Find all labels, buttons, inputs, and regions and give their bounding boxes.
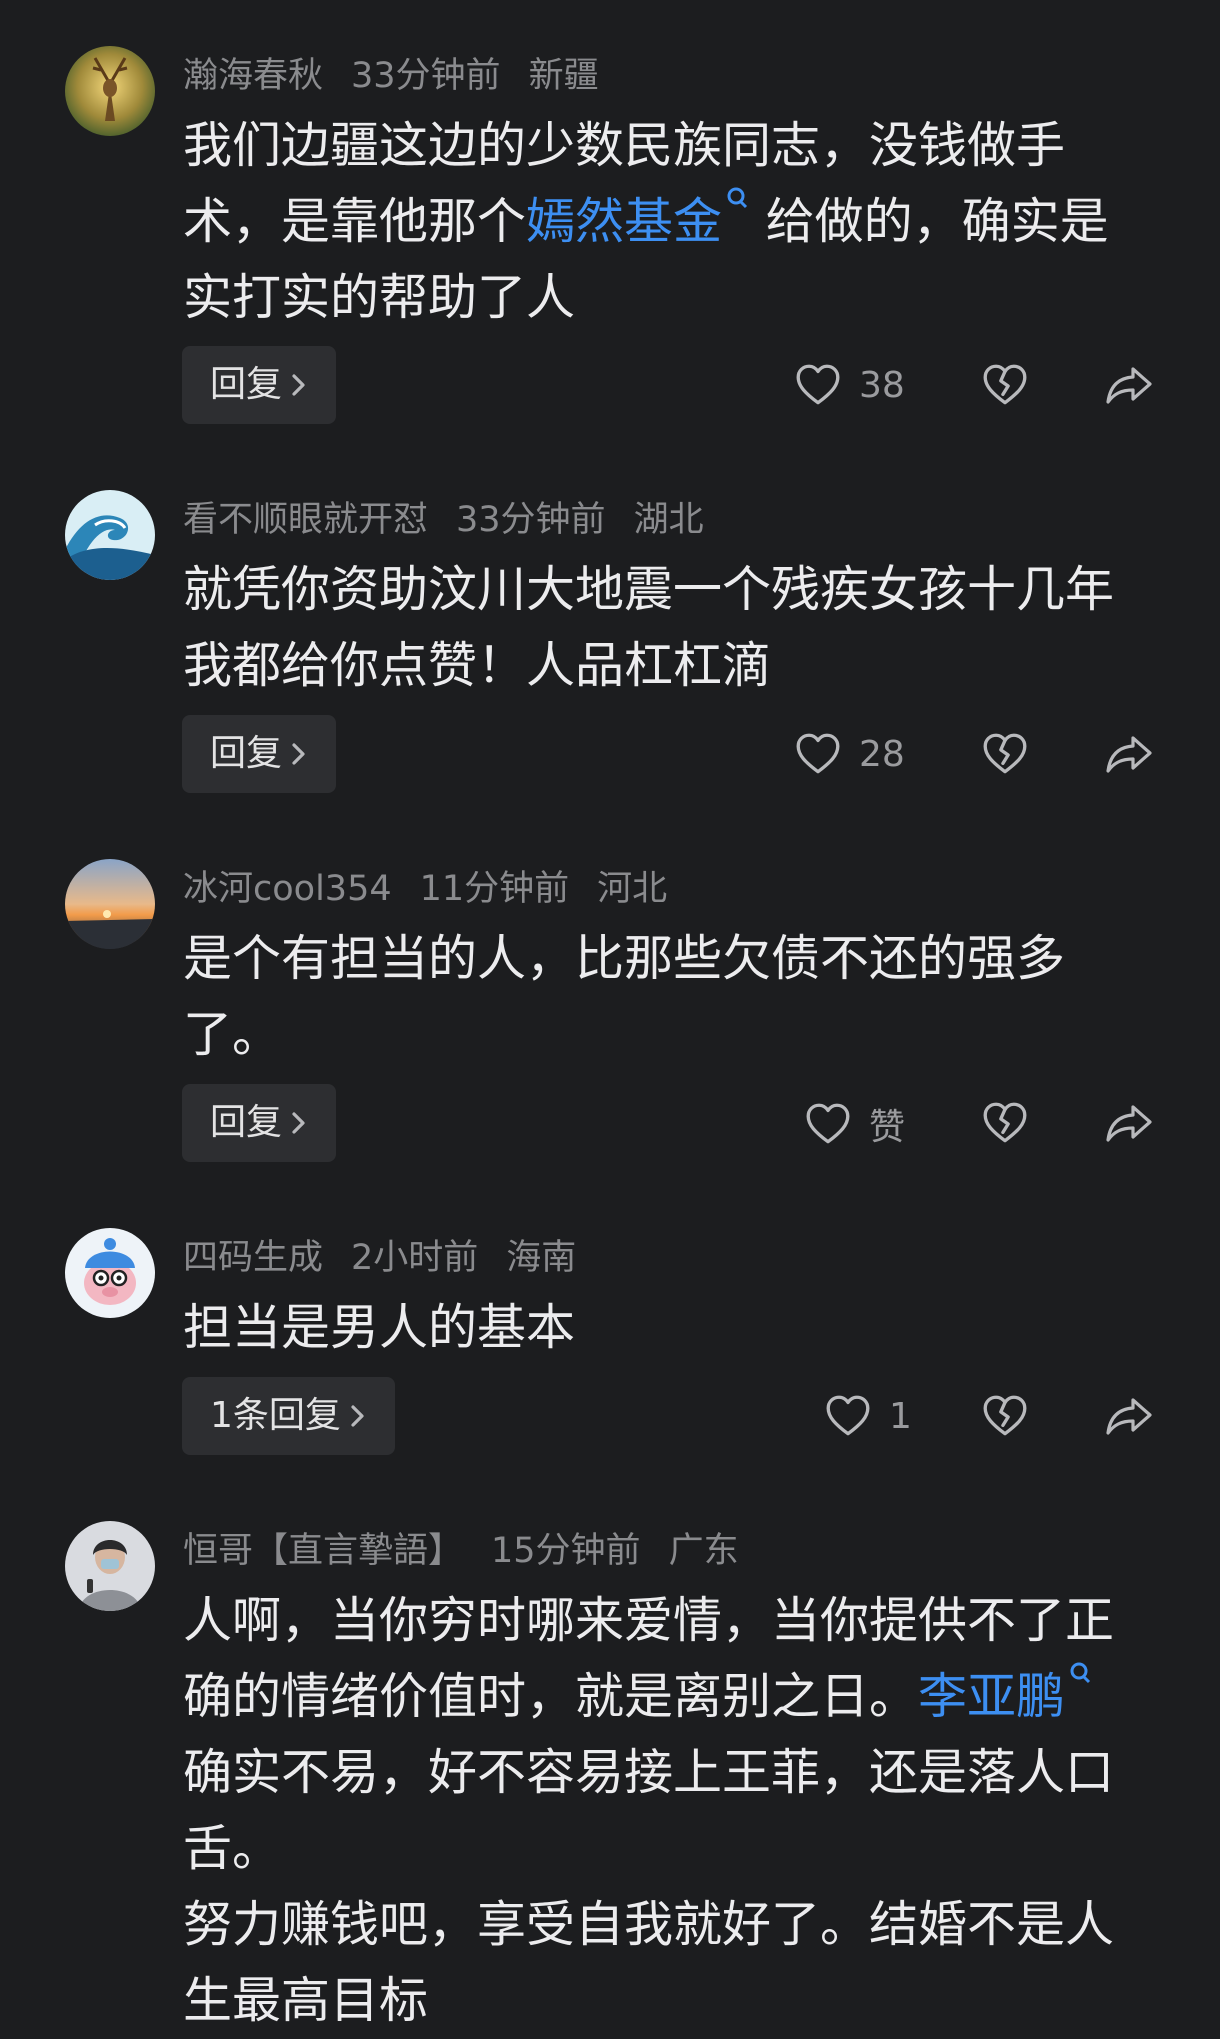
wave-avatar-icon[interactable] <box>65 490 155 580</box>
share-icon[interactable] <box>1103 729 1155 779</box>
comment-actions: 赞 <box>0 1084 1220 1162</box>
comment-meta: 冰河cool354 11分钟前 河北 <box>183 865 695 913</box>
like-button[interactable]: 38 <box>793 360 905 410</box>
heart-icon <box>803 1099 853 1149</box>
broken-heart-icon[interactable] <box>980 729 1030 779</box>
username[interactable]: 瀚海春秋 <box>183 56 323 96</box>
deer-avatar-icon[interactable] <box>65 46 155 136</box>
comment-text: 是个有担当的人，比那些欠债不还的强多了。 <box>183 930 1066 1063</box>
search-link[interactable]: 嫣然基金 <box>526 193 750 250</box>
timestamp: 33分钟前 <box>456 500 606 540</box>
timestamp: 2小时前 <box>351 1238 479 1278</box>
person-avatar-icon[interactable] <box>65 1521 155 1611</box>
timestamp: 11分钟前 <box>419 869 570 909</box>
comment-text-part: 确实不易，好不容易接上王菲，还是落人口舌。 <box>183 1744 1115 1877</box>
location: 新疆 <box>528 56 599 96</box>
search-link[interactable]: 李亚鹏 <box>918 1668 1093 1725</box>
comment-text: 就凭你资助汶川大地震一个残疾女孩十几年我都给你点赞！人品杠杠滴 <box>183 561 1115 694</box>
heart-icon <box>823 1391 873 1441</box>
like-count: 1 <box>889 1395 912 1437</box>
location: 湖北 <box>633 500 704 540</box>
comment-text: 人啊，当你穷时哪来爱情，当你提供不了正确的情绪价值时，就是离别之日。李亚鹏 确实… <box>183 1583 1143 2039</box>
comment-text: 担当是男人的基本 <box>183 1299 576 1356</box>
search-icon <box>1065 1659 1093 1699</box>
comment-meta: 瀚海春秋 33分钟前 新疆 <box>183 52 627 100</box>
comment-paragraph: 人啊，当你穷时哪来爱情，当你提供不了正确的情绪价值时，就是离别之日。李亚鹏 确实… <box>183 1583 1143 1887</box>
sunset-avatar-icon[interactable] <box>65 859 155 949</box>
like-button[interactable]: 1 <box>823 1391 912 1441</box>
search-link-text[interactable]: 李亚鹏 <box>918 1668 1065 1725</box>
comment-paragraph: 努力赚钱吧，享受自我就好了。结婚不是人生最高目标 <box>183 1896 1115 2029</box>
timestamp: 33分钟前 <box>351 56 501 96</box>
like-count: 28 <box>859 733 905 775</box>
broken-heart-icon[interactable] <box>980 360 1030 410</box>
share-icon[interactable] <box>1103 1098 1155 1148</box>
like-button[interactable]: 28 <box>793 729 905 779</box>
heart-icon <box>793 360 843 410</box>
broken-heart-icon[interactable] <box>980 1098 1030 1148</box>
comment-meta: 四码生成 2小时前 海南 <box>183 1234 604 1282</box>
comment-actions: 38 <box>0 346 1220 424</box>
comment-text: 我们边疆这边的少数民族同志，没钱做手术，是靠他那个嫣然基金 给做的，确实是实打实… <box>183 108 1143 336</box>
username[interactable]: 恒哥【直言摯語】 <box>183 1531 463 1571</box>
piggy-avatar-icon[interactable] <box>65 1228 155 1318</box>
comment-actions: 28 <box>0 715 1220 793</box>
comment-meta: 恒哥【直言摯語】 15分钟前 广东 <box>183 1527 767 1575</box>
comment-meta: 看不顺眼就开怼 33分钟前 湖北 <box>183 496 732 544</box>
search-icon <box>722 184 750 224</box>
like-count: 赞 <box>869 1107 906 1148</box>
share-icon[interactable] <box>1103 360 1155 410</box>
like-count: 38 <box>859 364 905 406</box>
heart-icon <box>793 729 843 779</box>
timestamp: 15分钟前 <box>491 1531 641 1571</box>
search-link-text[interactable]: 嫣然基金 <box>526 193 722 250</box>
username[interactable]: 看不顺眼就开怼 <box>183 500 428 540</box>
location: 河北 <box>597 869 668 909</box>
like-button[interactable]: 赞 <box>803 1098 905 1150</box>
broken-heart-icon[interactable] <box>980 1391 1030 1441</box>
location: 海南 <box>506 1238 577 1278</box>
comment-actions: 1 <box>0 1377 1220 1455</box>
share-icon[interactable] <box>1103 1391 1155 1441</box>
username[interactable]: 冰河cool354 <box>183 869 392 909</box>
location: 广东 <box>668 1531 739 1571</box>
username[interactable]: 四码生成 <box>183 1238 323 1278</box>
